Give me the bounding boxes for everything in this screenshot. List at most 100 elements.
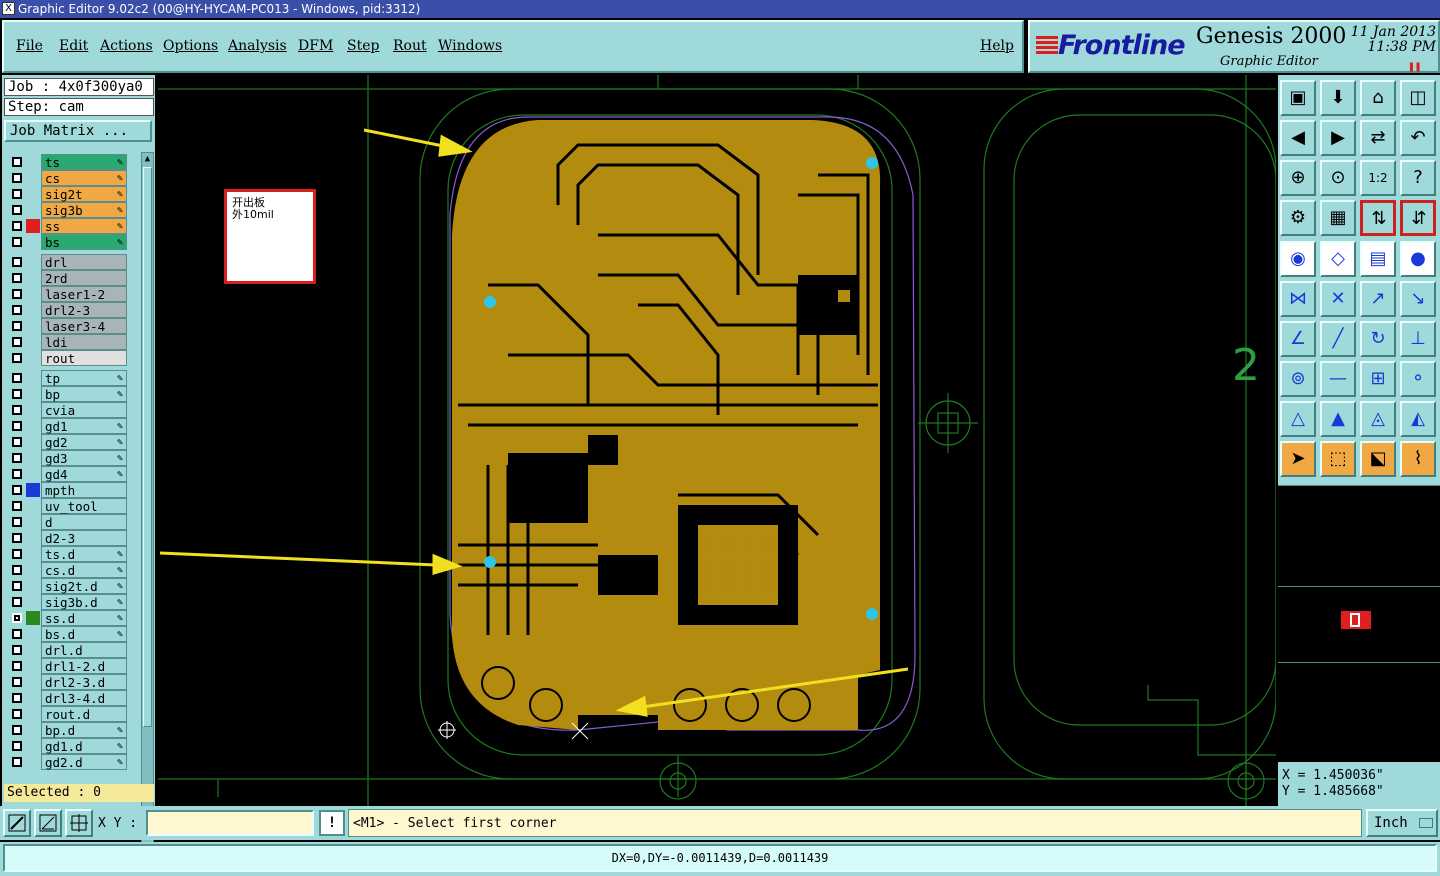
layer-checkbox[interactable] xyxy=(12,221,22,231)
menu-options[interactable]: Options xyxy=(163,38,218,54)
layer-row[interactable]: rout xyxy=(4,350,129,366)
menu-file[interactable]: File xyxy=(16,38,43,54)
surface-icon[interactable]: ◬ xyxy=(1360,401,1396,437)
menu-rout[interactable]: Rout xyxy=(393,38,427,54)
group-icon[interactable]: ⚬ xyxy=(1400,361,1436,397)
layer-checkbox[interactable] xyxy=(12,709,22,719)
layer-checkbox[interactable] xyxy=(12,337,22,347)
layer-checkbox[interactable] xyxy=(12,549,22,559)
layer-row[interactable]: drl2-3 xyxy=(4,302,129,318)
layer-name[interactable]: tp ✎ xyxy=(41,370,127,386)
layer-name[interactable]: bs.d ✎ xyxy=(41,626,127,642)
zoom-fit-icon[interactable] xyxy=(3,809,31,837)
layer-name[interactable]: laser1-2 xyxy=(41,286,127,302)
layer-compare-icon[interactable]: ⇅ xyxy=(1360,200,1396,236)
measure-center-icon[interactable]: ⊞ xyxy=(1360,361,1396,397)
net-connect-icon[interactable]: ⋈ xyxy=(1280,281,1316,317)
layer-row[interactable]: ss ✎ xyxy=(4,218,129,234)
scroll-thumb[interactable] xyxy=(143,167,152,727)
layer-row[interactable]: bs.d ✎ xyxy=(4,626,129,642)
layer-checkbox[interactable] xyxy=(12,469,22,479)
layer-name[interactable]: cvia xyxy=(41,402,127,418)
layer-name[interactable]: drl1-2.d xyxy=(41,658,127,674)
layer-name[interactable]: gd2 ✎ xyxy=(41,434,127,450)
layer-checkbox[interactable] xyxy=(12,273,22,283)
trim-line-icon[interactable]: — xyxy=(1320,361,1356,397)
layer-name[interactable]: d xyxy=(41,514,127,530)
prev-step-icon[interactable]: ◀ xyxy=(1280,120,1316,156)
layer-row[interactable]: mpth xyxy=(4,482,129,498)
arc-rotate-icon[interactable]: ↻ xyxy=(1360,321,1396,357)
delete-pad-icon[interactable]: ✕ xyxy=(1320,281,1356,317)
layer-name[interactable]: drl2-3 xyxy=(41,302,127,318)
layer-name[interactable]: ss ✎ xyxy=(41,218,127,234)
layer-row[interactable]: uv_tool xyxy=(4,498,129,514)
layer-checkbox[interactable] xyxy=(12,453,22,463)
zoom-home-icon[interactable]: ⊙ xyxy=(1320,160,1356,196)
layer-row[interactable]: gd1.d ✎ xyxy=(4,738,129,754)
layer-row[interactable]: bp ✎ xyxy=(4,386,129,402)
window-menu-icon[interactable]: X xyxy=(2,2,15,15)
layer-checkbox[interactable] xyxy=(12,205,22,215)
dropdown-icon[interactable] xyxy=(1419,818,1433,828)
select-net-icon[interactable]: ⌇ xyxy=(1400,441,1436,477)
select-box-icon[interactable]: ⬚ xyxy=(1320,441,1356,477)
layer-checkbox[interactable] xyxy=(12,485,22,495)
layer-name[interactable]: drl3-4.d xyxy=(41,690,127,706)
layer-row[interactable]: cs.d ✎ xyxy=(4,562,129,578)
layer-row[interactable]: drl xyxy=(4,254,129,270)
layer-checkbox[interactable] xyxy=(12,437,22,447)
layer-checkbox[interactable] xyxy=(12,305,22,315)
layer-name[interactable]: bs ✎ xyxy=(41,234,127,250)
layer-name[interactable]: 2rd xyxy=(41,270,127,286)
measure-icon[interactable] xyxy=(34,809,62,837)
layer-checkbox[interactable] xyxy=(12,533,22,543)
layer-checkbox[interactable] xyxy=(12,405,22,415)
help-icon[interactable]: ? xyxy=(1400,160,1436,196)
menu-edit[interactable]: Edit xyxy=(59,38,88,54)
layer-row[interactable]: ts ✎ xyxy=(4,154,129,170)
layer-checkbox[interactable] xyxy=(12,741,22,751)
layer-name[interactable]: sig3b.d ✎ xyxy=(41,594,127,610)
layer-name[interactable]: laser3-4 xyxy=(41,318,127,334)
layer-row[interactable]: sig2t ✎ xyxy=(4,186,129,202)
layer-name[interactable]: rout.d xyxy=(41,706,127,722)
arc-add-icon[interactable]: ∠ xyxy=(1280,321,1316,357)
menu-help[interactable]: Help xyxy=(980,38,1014,54)
layer-row[interactable]: gd2 ✎ xyxy=(4,434,129,450)
select-pointer-icon[interactable]: ➤ xyxy=(1280,441,1316,477)
layer-name[interactable]: cs ✎ xyxy=(41,170,127,186)
layer-swap-icon[interactable]: ⇵ xyxy=(1400,200,1436,236)
menu-actions[interactable]: Actions xyxy=(100,38,153,54)
layer-name[interactable]: gd3 ✎ xyxy=(41,450,127,466)
select-inside-icon[interactable]: ⬕ xyxy=(1360,441,1396,477)
save-icon[interactable]: ⬇ xyxy=(1320,80,1356,116)
layer-name[interactable]: ts.d ✎ xyxy=(41,546,127,562)
line-draw-icon[interactable]: ╱ xyxy=(1320,321,1356,357)
zoom-in-icon[interactable]: ⊕ xyxy=(1280,160,1316,196)
layer-checkbox[interactable] xyxy=(12,389,22,399)
layer-checkbox[interactable] xyxy=(12,289,22,299)
layer-row[interactable]: tp ✎ xyxy=(4,370,129,386)
layer-scrollbar[interactable]: ▲ ▼ xyxy=(141,152,154,855)
grid-icon[interactable]: ▦ xyxy=(1320,200,1356,236)
layer-name[interactable]: ss.d ✎ xyxy=(41,610,127,626)
layer-name[interactable]: drl xyxy=(41,254,127,270)
pause-icon[interactable]: ❚❚ xyxy=(1408,60,1421,73)
layer-row[interactable]: drl3-4.d xyxy=(4,690,129,706)
layer-row[interactable]: rout.d xyxy=(4,706,129,722)
window-split-icon[interactable]: ◫ xyxy=(1400,80,1436,116)
layer-name[interactable]: d2-3 xyxy=(41,530,127,546)
polygon-add-icon[interactable]: △ xyxy=(1280,401,1316,437)
layer-name[interactable]: cs.d ✎ xyxy=(41,562,127,578)
job-matrix-button[interactable]: Job Matrix ... xyxy=(4,120,152,142)
layer-name[interactable]: ts ✎ xyxy=(41,154,127,170)
layer-row[interactable]: ss.d ✎ xyxy=(4,610,129,626)
layer-checkbox[interactable] xyxy=(12,501,22,511)
pad-icon[interactable]: ◉ xyxy=(1280,241,1316,277)
layer-name[interactable]: rout xyxy=(41,350,127,366)
overview-preview[interactable] xyxy=(1278,485,1440,762)
layer-name[interactable]: uv_tool xyxy=(41,498,127,514)
swap-icon[interactable]: ⇄ xyxy=(1360,120,1396,156)
xy-input[interactable] xyxy=(146,810,314,836)
